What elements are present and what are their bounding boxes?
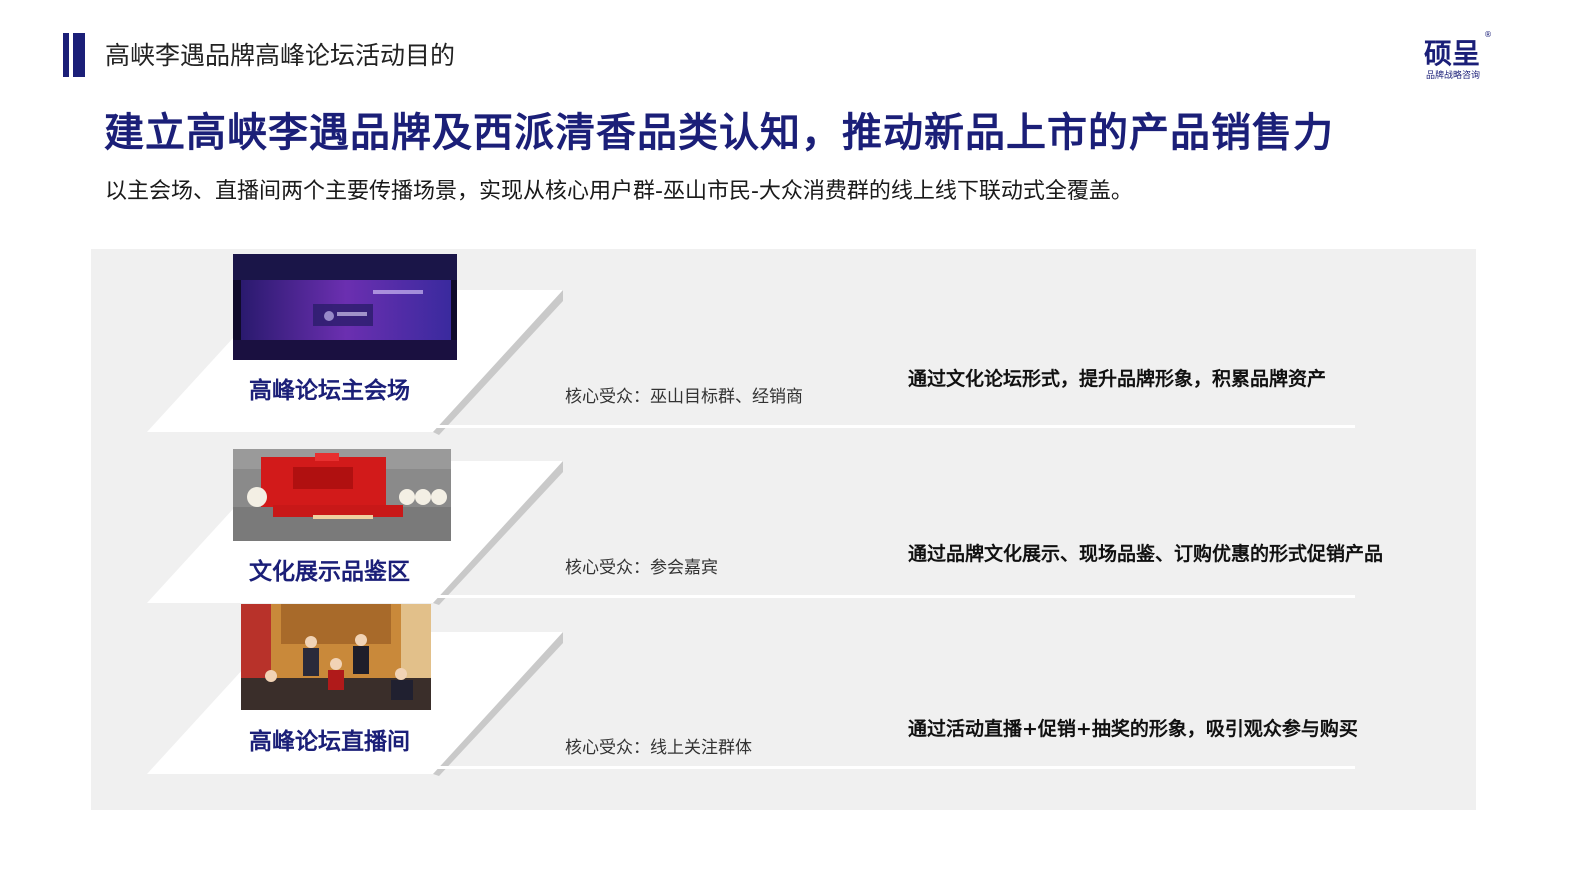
page-subline: 以主会场、直播间两个主要传播场景，实现从核心用户群-巫山市民-大众消费群的线上线… [105, 179, 1133, 204]
logo-text: 硕呈 [1424, 37, 1481, 70]
section-title: 高峡李遇品牌高峰论坛活动目的 [105, 41, 456, 70]
row-divider [433, 766, 1355, 769]
row-audience: 核心受众：巫山目标群、经销商 [565, 387, 803, 407]
row-culture-display: 文化展示品鉴区 核心受众：参会嘉宾 通过品牌文化展示、现场品鉴、订购优惠的形式促… [91, 445, 1476, 605]
content-panel: 高峰论坛主会场 核心受众：巫山目标群、经销商 通过文化论坛形式，提升品牌形象，积… [91, 249, 1476, 810]
row-audience: 核心受众：参会嘉宾 [565, 558, 718, 578]
logo-registered-mark: ® [1484, 30, 1492, 39]
row-live-stream: 高峰论坛直播间 核心受众：线上关注群体 通过活动直播+促销+抽奖的形象，吸引观众… [91, 604, 1476, 779]
row-title: 文化展示品鉴区 [249, 559, 410, 585]
brand-logo: 硕呈 ® 品牌战略咨询 [1424, 30, 1494, 82]
title-accent-bars [63, 33, 85, 77]
row-description: 通过活动直播+促销+抽奖的形象，吸引观众参与购买 [908, 718, 1358, 740]
row-audience: 核心受众：线上关注群体 [565, 738, 752, 758]
row-divider [433, 425, 1355, 428]
page-headline: 建立高峡李遇品牌及西派清香品类认知，推动新品上市的产品销售力 [104, 110, 1334, 156]
row-divider [433, 595, 1355, 598]
row-description: 通过品牌文化展示、现场品鉴、订购优惠的形式促销产品 [908, 543, 1384, 565]
row-title: 高峰论坛主会场 [249, 378, 410, 404]
main-venue-photo [233, 254, 457, 360]
row-title: 高峰论坛直播间 [249, 729, 410, 755]
logo-subtext: 品牌战略咨询 [1426, 71, 1481, 81]
row-main-venue: 高峰论坛主会场 核心受众：巫山目标群、经销商 通过文化论坛形式，提升品牌形象，积… [91, 249, 1476, 439]
culture-display-photo [233, 449, 451, 541]
live-stream-photo [241, 604, 431, 710]
row-description: 通过文化论坛形式，提升品牌形象，积累品牌资产 [908, 368, 1327, 390]
